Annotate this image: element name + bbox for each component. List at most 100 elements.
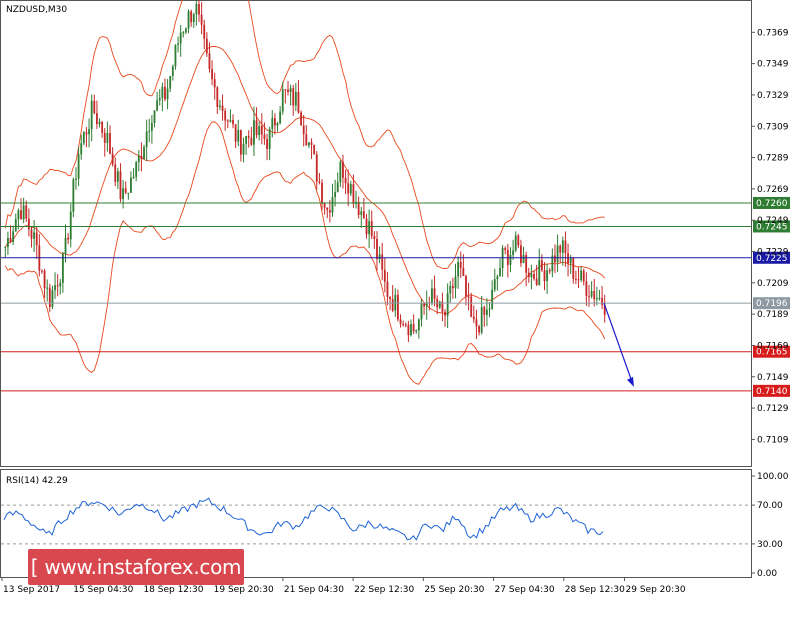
candle-body	[140, 155, 143, 160]
candle-body	[543, 270, 546, 282]
candle-body	[601, 297, 603, 305]
candle-body	[585, 281, 588, 296]
candle-body	[446, 293, 449, 316]
candle-body	[184, 28, 187, 33]
candle-body	[51, 290, 54, 307]
time-tick-label: 28 Sep 12:30	[565, 585, 625, 595]
candle-body	[90, 100, 93, 130]
candle-body	[67, 237, 70, 240]
rsi-tick-label: 0.00	[757, 569, 777, 579]
candle-body	[561, 240, 564, 253]
candle-body	[483, 307, 486, 315]
candle-body	[195, 4, 198, 15]
candle-body	[535, 278, 538, 285]
candle-body	[281, 89, 284, 112]
price-pane	[0, 0, 752, 467]
candle-body	[546, 270, 549, 282]
candle-body	[4, 247, 7, 249]
candle-body	[98, 121, 101, 125]
price-tick-label: 0.7149	[757, 373, 789, 383]
candle-body	[527, 272, 530, 278]
rsi-tick-label: 100.00	[757, 472, 789, 482]
candle-body	[203, 24, 206, 39]
candle-body	[538, 260, 541, 285]
candle-body	[478, 326, 480, 333]
candle-body	[580, 270, 583, 281]
price-tick-label: 0.7209	[757, 279, 789, 289]
candle-body	[271, 118, 274, 130]
rsi-tick-label: 30.00	[757, 540, 783, 550]
candle-body	[328, 210, 331, 213]
candle-body	[169, 75, 172, 89]
chart-canvas: 0.72600.72450.72250.71960.71650.7140 0.7…	[0, 0, 790, 595]
candle-body	[137, 155, 140, 163]
candle-body	[205, 38, 208, 54]
candle-body	[540, 260, 543, 271]
candle-body	[334, 192, 337, 198]
candle-body	[517, 235, 520, 246]
time-tick-label: 13 Sep 2017	[3, 585, 60, 595]
candle-body	[279, 111, 282, 124]
candle-body	[433, 288, 436, 299]
candle-body	[297, 91, 300, 113]
candle-body	[17, 210, 20, 220]
candle-body	[247, 136, 250, 138]
candle-body	[72, 179, 75, 212]
candle-body	[276, 123, 279, 126]
candle-body	[347, 183, 350, 194]
time-tick-label: 27 Sep 04:30	[495, 585, 555, 595]
candle-body	[106, 132, 109, 143]
time-tick-label: 15 Sep 04:30	[73, 585, 133, 595]
candle-body	[323, 203, 326, 208]
candle-body	[593, 290, 596, 300]
price-tick-label: 0.7329	[757, 91, 789, 101]
candle-body	[289, 88, 292, 92]
candle-body	[268, 129, 271, 149]
candle-body	[294, 91, 297, 106]
candle-body	[548, 270, 551, 272]
candle-body	[457, 261, 460, 277]
candle-body	[465, 275, 467, 297]
price-axis: 0.7369 0.7349 0.7329 0.7309 0.7289 0.7269 0.72…	[751, 28, 789, 445]
candle-body	[132, 176, 135, 178]
candle-body	[357, 201, 360, 215]
candle-body	[472, 316, 475, 320]
candle-body	[82, 132, 85, 144]
candle-body	[352, 184, 355, 204]
candle-body	[190, 11, 193, 23]
candle-body	[574, 278, 577, 280]
candle-body	[598, 297, 601, 299]
candle-body	[556, 245, 559, 263]
candle-body	[378, 254, 381, 260]
candle-body	[308, 142, 310, 146]
candle-body	[88, 129, 90, 135]
candle-body	[9, 237, 12, 242]
candle-body	[512, 250, 514, 255]
candle-body	[250, 137, 253, 145]
candle-body	[339, 161, 342, 183]
candle-body	[415, 330, 418, 332]
candle-body	[336, 182, 339, 193]
candle-body	[342, 161, 344, 178]
candle-body	[399, 319, 402, 325]
candle-body	[522, 255, 525, 264]
candle-body	[326, 207, 329, 211]
candle-body	[192, 14, 195, 23]
time-tick-label: 22 Sep 12:30	[354, 585, 414, 595]
candle-body	[119, 171, 122, 200]
candle-body	[318, 181, 321, 183]
candle-body	[462, 267, 465, 276]
candle-body	[124, 188, 127, 193]
level-label: 0.7196	[756, 299, 788, 309]
candle-body	[493, 279, 496, 290]
candle-body	[101, 121, 104, 133]
candle-body	[499, 268, 501, 277]
price-tick-label: 0.7109	[757, 435, 789, 445]
candle-body	[239, 129, 242, 155]
candle-body	[572, 257, 575, 279]
level-label: 0.7140	[756, 387, 788, 397]
candle-body	[245, 136, 248, 144]
candle-body	[103, 132, 106, 143]
price-tick-label: 0.7369	[757, 28, 789, 38]
time-tick-label: 29 Sep 20:30	[626, 585, 686, 595]
